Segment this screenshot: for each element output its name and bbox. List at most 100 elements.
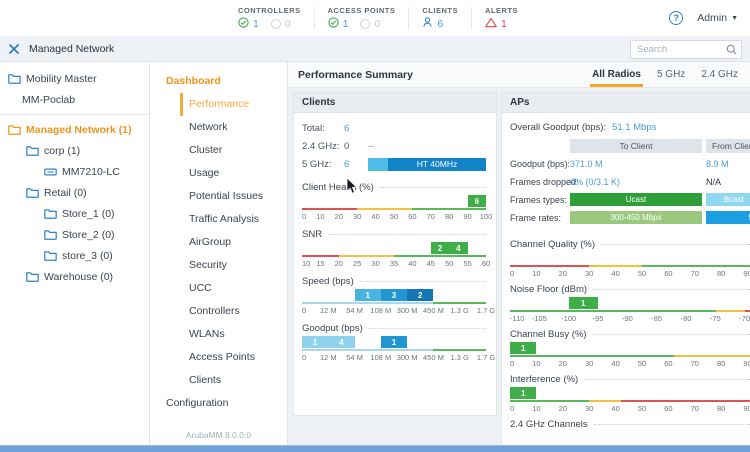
menu-item-cluster[interactable]: Cluster <box>150 139 287 162</box>
dotted-leader <box>328 234 486 235</box>
menu-item-controllers[interactable]: Controllers <box>150 300 287 323</box>
row-value: 6 <box>344 159 368 170</box>
clients-count: 6 <box>437 18 443 30</box>
clients-5ghz-row: 5 GHz: 6 HT 40MHz <box>302 155 486 173</box>
tree-item-mm-poclab[interactable]: MM-Poclab <box>0 89 149 110</box>
search-box <box>630 40 742 59</box>
folder-icon <box>8 73 21 84</box>
help-icon[interactable]: ? <box>669 11 683 25</box>
tab-5-ghz[interactable]: 5 GHz <box>655 63 687 87</box>
clients-total-row: Total: 6 <box>302 119 486 137</box>
dotted-leader <box>594 424 750 425</box>
menu-item-wlans[interactable]: WLANs <box>150 323 287 346</box>
chart-block: 2 <box>407 289 433 301</box>
metric-clients[interactable]: CLIENTS 6 <box>422 6 458 30</box>
chart-block: 1 <box>381 336 407 348</box>
row-label: 5 GHz: <box>302 159 344 170</box>
tree-item-retail-0[interactable]: Retail (0) <box>0 182 149 203</box>
menu-item-network[interactable]: Network <box>150 116 287 139</box>
chart-axis <box>510 355 750 358</box>
row-label: 2.4 GHz: <box>302 141 344 152</box>
chart-label: Channel Quality (%) <box>510 239 595 250</box>
chart-label: 2.4 GHz Channels <box>510 419 588 430</box>
frames-types-row: Frames types: Ucast BcastMcast <box>510 192 750 207</box>
tree-item-label: MM-Poclab <box>22 94 75 106</box>
folder-icon <box>26 187 39 198</box>
chart-axis <box>510 400 750 403</box>
folder-icon <box>8 124 21 135</box>
chart-client-health: Client Health (%)60102030405060708090100 <box>302 181 486 220</box>
close-icon[interactable] <box>8 43 20 55</box>
tree-item-mobility-master[interactable]: Mobility Master <box>0 68 149 89</box>
metric-alerts[interactable]: ALERTS 1 <box>485 6 518 30</box>
user-menu[interactable]: Admin ▼ <box>697 12 738 24</box>
tree-item-managed-network-1[interactable]: Managed Network (1) <box>0 119 149 140</box>
menu-item-configuration[interactable]: Configuration <box>150 392 287 415</box>
tree-item-store-1-0[interactable]: Store_1 (0) <box>0 203 149 224</box>
menu-item-dashboard[interactable]: Dashboard <box>150 70 287 93</box>
dotted-leader <box>360 281 486 282</box>
tree-item-store-3-0[interactable]: store_3 (0) <box>0 245 149 266</box>
metric-controllers[interactable]: CONTROLLERS 1 0 <box>238 6 301 30</box>
page-titlebar: Performance Summary All Radios 5 GHz 2.4 G… <box>288 62 750 88</box>
divider <box>314 7 315 29</box>
frame-rates-to-bars: 300-450 Mbps <box>570 211 702 224</box>
aps-charts: Channel Quality (%)010203040506070809010… <box>510 238 750 445</box>
menu-item-access-points[interactable]: Access Points <box>150 346 287 369</box>
clients-24ghz-row: 2.4 GHz: 0 -- <box>302 137 486 155</box>
chart-label: Goodput (bps) <box>302 323 363 334</box>
chart-block: 4 <box>328 336 354 348</box>
chart-label: Noise Floor (dBm) <box>510 284 587 295</box>
menu-item-ucc[interactable]: UCC <box>150 277 287 300</box>
chart-block: 6 <box>468 195 486 207</box>
radio-tabs: All Radios 5 GHz 2.4 GHz <box>590 62 740 87</box>
chart-block: 2 <box>431 242 449 254</box>
aps-panel-title: APs <box>502 93 750 113</box>
chart-label: SNR <box>302 229 322 240</box>
chart-channel-quality: Channel Quality (%)010203040506070809010… <box>510 238 750 277</box>
chart-block: 1 <box>302 336 328 348</box>
divider <box>471 7 472 29</box>
menu-item-potential-issues[interactable]: Potential Issues <box>150 185 287 208</box>
tree-item-store-2-0[interactable]: Store_2 (0) <box>0 224 149 245</box>
down-circle-icon <box>271 19 281 29</box>
tree-item-label: store_3 (0) <box>62 250 113 262</box>
metric-access-points[interactable]: ACCESS POINTS 1 0 <box>328 6 396 30</box>
tab-all-radios[interactable]: All Radios <box>590 63 643 87</box>
row-label: Overall Goodput (bps): <box>510 122 606 133</box>
frame-rates-from-bars: 54-108 Mbps <box>706 211 750 224</box>
main-content: Performance Summary All Radios 5 GHz 2.4 G… <box>288 62 750 445</box>
menu-item-usage[interactable]: Usage <box>150 162 287 185</box>
chart-block: 1 <box>355 289 381 301</box>
frame-bar-300-450-mbps: 300-450 Mbps <box>570 211 702 224</box>
tree-item-mm7210-lc[interactable]: MM7210-LC <box>0 161 149 182</box>
alerts-count: 1 <box>501 18 507 30</box>
goodput-to-value: 371.0 M <box>570 159 702 169</box>
chart-label: Channel Busy (%) <box>510 329 587 340</box>
check-circle-icon <box>238 15 249 33</box>
dotted-leader <box>593 289 750 290</box>
menu-item-performance[interactable]: Performance <box>180 93 287 116</box>
dotted-leader <box>584 379 750 380</box>
frames-dropped-to-value: 0% (0/3.1 K) <box>570 177 702 187</box>
menu-item-clients[interactable]: Clients <box>150 369 287 392</box>
goodput-from-value: 8.9 M <box>706 159 750 169</box>
menu-item-security[interactable]: Security <box>150 254 287 277</box>
search-icon[interactable] <box>726 44 737 55</box>
menu-item-airgroup[interactable]: AirGroup <box>150 231 287 254</box>
chart-ticks: 012 M54 M108 M300 M450 M1.3 G1.7 G <box>302 353 486 361</box>
clients-panel-title: Clients <box>294 93 496 113</box>
tree-item-label: Mobility Master <box>26 73 97 85</box>
empty-bar-placeholder: -- <box>368 141 374 152</box>
tab-2-4-ghz[interactable]: 2.4 GHz <box>699 63 740 87</box>
tree-item-label: Retail (0) <box>44 187 87 199</box>
tree-item-warehouse-0[interactable]: Warehouse (0) <box>0 266 149 287</box>
row-label: Frames types: <box>510 195 566 205</box>
page-title: Performance Summary <box>298 69 413 81</box>
menu-item-traffic-analysis[interactable]: Traffic Analysis <box>150 208 287 231</box>
tree-item-corp-1[interactable]: corp (1) <box>0 140 149 161</box>
chart-axis <box>510 265 750 268</box>
row-label: Total: <box>302 123 344 134</box>
search-input[interactable] <box>637 44 726 55</box>
folder-icon <box>44 250 57 261</box>
